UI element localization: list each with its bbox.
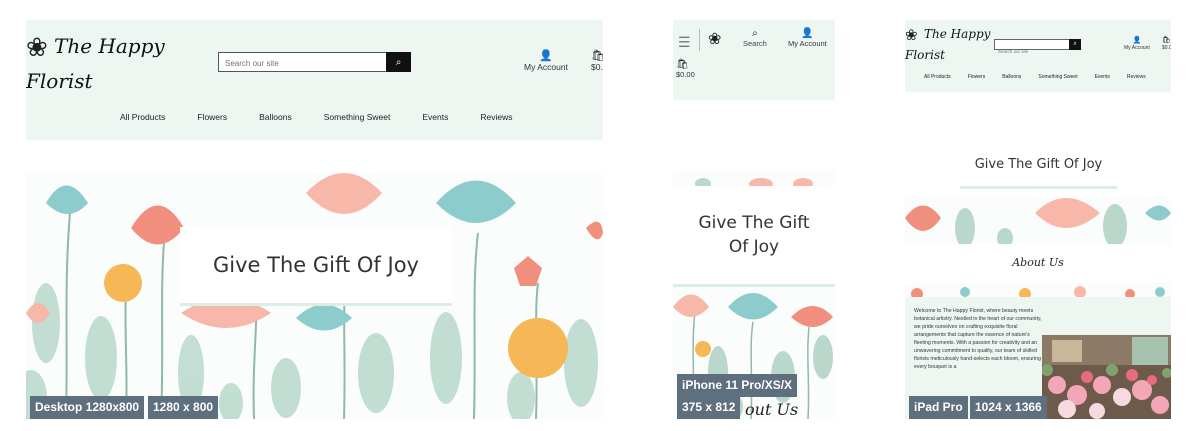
hero-title-card: Give The Gift Of Joy — [960, 142, 1117, 186]
desktop-preview: ❀ The Happy Florist ⌕ 👤 My Account 🛍 $0.… — [26, 20, 603, 419]
device-size-badge-iphone: 375 x 812 — [677, 396, 741, 419]
hero-title: Give The Gift Of Joy — [698, 213, 810, 257]
main-nav: All Products Flowers Balloons Something … — [120, 112, 512, 122]
logo-text-line1[interactable]: The Happy — [54, 34, 165, 58]
hero-title: Give The Gift Of Joy — [974, 156, 1103, 172]
mobile-header: ☰ ❀ ⌕ Search 👤 My Account 🛍 $0.00 — [673, 20, 835, 100]
search-button[interactable]: ⌕ — [386, 52, 411, 72]
bag-link[interactable]: 🛍 $0.00 — [1162, 37, 1171, 51]
logo-icon[interactable]: ❀ — [708, 29, 721, 48]
nav-item-flowers[interactable]: Flowers — [197, 112, 227, 122]
site-header: ❀ The Happy Florist ⌕ 👤 My Account 🛍 $0.… — [26, 20, 603, 140]
account-label: My Account — [1124, 45, 1150, 51]
main-nav: All Products Flowers Balloons Something … — [924, 74, 1146, 80]
site-header: ❀ The Happy Florist ⌕ 👤 My Account 🛍 $0.… — [905, 20, 1171, 92]
device-name-badge-desktop: Desktop 1280x800 — [30, 396, 145, 419]
nav-item-events[interactable]: Events — [1095, 74, 1110, 80]
search-icon: ⌕ — [752, 28, 758, 39]
hero-banner: Give The Gift Of Joy — [26, 173, 603, 419]
about-heading: About Us — [1012, 256, 1064, 269]
search-input[interactable] — [219, 54, 379, 73]
shopping-bag-icon: 🛍 — [591, 50, 603, 62]
logo-text-line2[interactable]: Florist — [905, 48, 945, 62]
bag-amount: $0.00 — [591, 62, 603, 72]
device-name-badge-ipad: iPad Pro — [909, 396, 968, 419]
nav-item-flowers[interactable]: Flowers — [968, 74, 986, 80]
account-link[interactable]: 👤 My Account — [788, 28, 827, 48]
device-name-badge-iphone: iPhone 11 Pro/XS/X — [677, 374, 798, 397]
about-heading-peek: out Us — [745, 400, 799, 419]
menu-icon[interactable]: ☰ — [678, 34, 691, 51]
user-icon: 👤 — [801, 28, 814, 39]
account-label: My Account — [788, 39, 827, 48]
hero-title-card: Give The Gift Of Joy — [180, 227, 452, 303]
account-link[interactable]: 👤 My Account — [1124, 37, 1150, 51]
floral-strip — [673, 170, 835, 186]
nav-item-reviews[interactable]: Reviews — [480, 112, 512, 122]
bag-amount: $0.00 — [1162, 45, 1171, 51]
header-divider — [699, 29, 700, 51]
ipad-preview: ❀ The Happy Florist ⌕ 👤 My Account 🛍 $0.… — [905, 20, 1171, 419]
floral-illustration — [905, 198, 1171, 244]
nav-item-all-products[interactable]: All Products — [924, 74, 951, 80]
iphone-preview: ☰ ❀ ⌕ Search 👤 My Account 🛍 $0.00 Give T… — [673, 20, 835, 419]
device-size-badge-desktop: 1280 x 800 — [148, 396, 219, 419]
hero-title: Give The Gift Of Joy — [213, 253, 419, 277]
logo-text-line1[interactable]: The Happy — [924, 27, 990, 41]
search-button[interactable]: ⌕ — [1069, 39, 1081, 50]
nav-item-all-products[interactable]: All Products — [120, 112, 165, 122]
bag-amount: $0.00 — [676, 70, 695, 79]
nav-item-balloons[interactable]: Balloons — [1002, 74, 1021, 80]
device-size-badge-ipad: 1024 x 1366 — [970, 396, 1047, 419]
nav-item-reviews[interactable]: Reviews — [1127, 74, 1146, 80]
search-icon: ⌕ — [1073, 41, 1077, 47]
nav-item-events[interactable]: Events — [422, 112, 448, 122]
search-form: ⌕ — [218, 52, 411, 73]
shop-photo — [1042, 335, 1171, 419]
bag-link[interactable]: 🛍 $0.00 — [676, 59, 695, 79]
hero-strip — [673, 170, 835, 186]
nav-item-balloons[interactable]: Balloons — [259, 112, 292, 122]
mobile-search-toggle[interactable]: ⌕ Search — [743, 28, 767, 48]
search-icon: ⌕ — [395, 56, 402, 68]
about-floral-band — [905, 282, 1171, 297]
user-icon: 👤 — [539, 50, 553, 62]
flower-shop-image — [1042, 335, 1171, 419]
account-label: My Account — [524, 62, 568, 72]
logo-text-line2[interactable]: Florist — [26, 69, 93, 93]
bag-link[interactable]: 🛍 $0.00 — [591, 50, 603, 72]
logo-icon[interactable]: ❀ — [905, 26, 918, 44]
shopping-bag-icon: 🛍 — [676, 59, 689, 70]
floral-strip — [905, 282, 1171, 297]
user-icon: 👤 — [1132, 37, 1142, 44]
hero-banner — [905, 198, 1171, 244]
search-input[interactable] — [995, 47, 1065, 56]
nav-item-something-sweet[interactable]: Something Sweet — [1038, 74, 1077, 80]
shopping-bag-icon: 🛍 — [1162, 37, 1171, 44]
mobile-search-label: Search — [743, 39, 767, 48]
account-link[interactable]: 👤 My Account — [524, 50, 568, 72]
about-text: Welcome to The Happy Florist, where beau… — [914, 308, 1042, 371]
search-form: ⌕ — [994, 39, 1081, 56]
hero-title-card: Give The Gift Of Joy — [673, 188, 835, 284]
nav-item-something-sweet[interactable]: Something Sweet — [324, 112, 391, 122]
logo-icon[interactable]: ❀ — [26, 33, 48, 63]
